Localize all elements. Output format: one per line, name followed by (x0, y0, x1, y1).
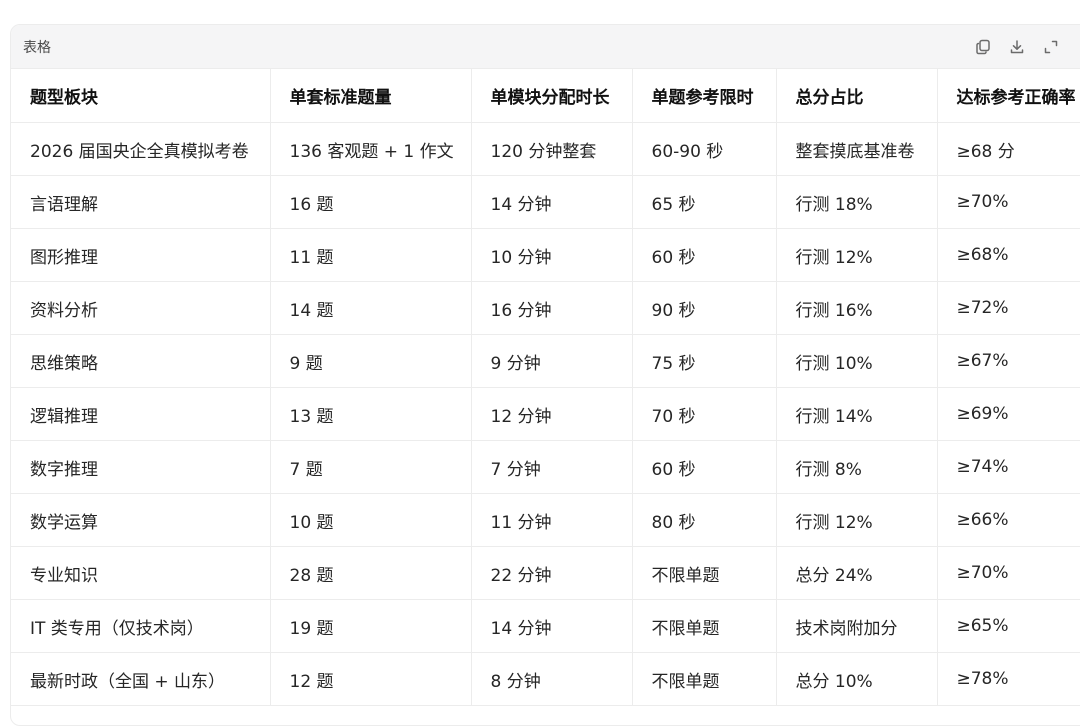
table-cell: 14 分钟 (471, 175, 633, 229)
table-cell: 最新时政（全国 + 山东） (11, 652, 271, 706)
table-cell: 136 客观题 + 1 作文 (270, 122, 472, 176)
download-button[interactable] (1007, 37, 1027, 57)
table-row: 2026 届国央企全真模拟考卷 136 客观题 + 1 作文 120 分钟整套 … (11, 122, 1080, 176)
table-cell: ≥68 分 (937, 122, 1080, 176)
table-cell: 9 题 (270, 334, 472, 388)
table-cell: 总分 24% (776, 546, 938, 600)
expand-icon (1044, 40, 1058, 53)
column-header: 单题参考限时 (632, 69, 777, 123)
table-cell: 60 秒 (632, 440, 777, 494)
table-cell: ≥72% (937, 281, 1080, 335)
table-cell: 16 分钟 (471, 281, 633, 335)
table-cell: 不限单题 (632, 599, 777, 653)
table-cell: 7 分钟 (471, 440, 633, 494)
table-cell: 90 秒 (632, 281, 777, 335)
table-cell: 数字推理 (11, 440, 271, 494)
table-cell: 12 题 (270, 652, 472, 706)
table-cell: 13 题 (270, 387, 472, 441)
expand-button[interactable] (1041, 37, 1061, 57)
table-cell: 不限单题 (632, 546, 777, 600)
table-cell: 70 秒 (632, 387, 777, 441)
table-cell: 60 秒 (632, 228, 777, 282)
table-cell: 8 分钟 (471, 652, 633, 706)
table-cell: 19 题 (270, 599, 472, 653)
table-cell: 行测 8% (776, 440, 938, 494)
table-body: 2026 届国央企全真模拟考卷 136 客观题 + 1 作文 120 分钟整套 … (11, 122, 1080, 706)
column-header: 单套标准题量 (270, 69, 472, 123)
table-cell: 60-90 秒 (632, 122, 777, 176)
table-cell: 75 秒 (632, 334, 777, 388)
table-cell: 行测 12% (776, 493, 938, 547)
table-cell: 行测 14% (776, 387, 938, 441)
table-cell: 14 分钟 (471, 599, 633, 653)
table-cell: 10 题 (270, 493, 472, 547)
table-cell: ≥78% (937, 652, 1080, 706)
table-cell: 思维策略 (11, 334, 271, 388)
table-cell: ≥65% (937, 599, 1080, 653)
table-cell: 65 秒 (632, 175, 777, 229)
table-row: 最新时政（全国 + 山东） 12 题 8 分钟 不限单题 总分 10% ≥78% (11, 652, 1080, 706)
table-row: 数字推理 7 题 7 分钟 60 秒 行测 8% ≥74% (11, 440, 1080, 494)
table-row: 数学运算 10 题 11 分钟 80 秒 行测 12% ≥66% (11, 493, 1080, 547)
table-cell: 14 题 (270, 281, 472, 335)
table-panel: 表格 题型板块 单套标准题量 单模块分配时长 单题参考限时 总分占比 达标参考正… (10, 24, 1080, 726)
panel-title: 表格 (23, 39, 51, 56)
table-header: 题型板块 单套标准题量 单模块分配时长 单题参考限时 总分占比 达标参考正确率 (11, 69, 1080, 123)
table-cell: 2026 届国央企全真模拟考卷 (11, 122, 271, 176)
table-row: IT 类专用（仅技术岗） 19 题 14 分钟 不限单题 技术岗附加分 ≥65% (11, 599, 1080, 653)
table-cell: 资料分析 (11, 281, 271, 335)
table-cell: ≥70% (937, 175, 1080, 229)
table-cell: ≥66% (937, 493, 1080, 547)
table-cell: 图形推理 (11, 228, 271, 282)
table-cell: ≥67% (937, 334, 1080, 388)
download-icon (1010, 39, 1024, 53)
table-cell: 总分 10% (776, 652, 938, 706)
column-header: 单模块分配时长 (471, 69, 633, 123)
table-cell: 120 分钟整套 (471, 122, 633, 176)
table-cell: 专业知识 (11, 546, 271, 600)
panel-actions (973, 25, 1061, 68)
column-header: 总分占比 (776, 69, 938, 123)
column-header: 达标参考正确率 (937, 69, 1080, 123)
table-cell: 16 题 (270, 175, 472, 229)
table-cell: 11 题 (270, 228, 472, 282)
table-cell: IT 类专用（仅技术岗） (11, 599, 271, 653)
table-panel-header: 表格 (11, 25, 1080, 69)
table-row: 言语理解 16 题 14 分钟 65 秒 行测 18% ≥70% (11, 175, 1080, 229)
table-row: 专业知识 28 题 22 分钟 不限单题 总分 24% ≥70% (11, 546, 1080, 600)
table-cell: 行测 12% (776, 228, 938, 282)
table-cell: 技术岗附加分 (776, 599, 938, 653)
table-row: 图形推理 11 题 10 分钟 60 秒 行测 12% ≥68% (11, 228, 1080, 282)
table-cell: 11 分钟 (471, 493, 633, 547)
table-cell: 言语理解 (11, 175, 271, 229)
table-cell: 7 题 (270, 440, 472, 494)
data-table: 题型板块 单套标准题量 单模块分配时长 单题参考限时 总分占比 达标参考正确率 … (11, 69, 1080, 706)
table-cell: 行测 16% (776, 281, 938, 335)
column-header: 题型板块 (11, 69, 271, 123)
copy-icon (976, 39, 990, 54)
table-cell: 10 分钟 (471, 228, 633, 282)
table-cell: ≥74% (937, 440, 1080, 494)
table-cell: 整套摸底基准卷 (776, 122, 938, 176)
table-cell: 数学运算 (11, 493, 271, 547)
table-cell: 不限单题 (632, 652, 777, 706)
table-cell: 逻辑推理 (11, 387, 271, 441)
table-header-row: 题型板块 单套标准题量 单模块分配时长 单题参考限时 总分占比 达标参考正确率 (11, 69, 1080, 123)
table-row: 逻辑推理 13 题 12 分钟 70 秒 行测 14% ≥69% (11, 387, 1080, 441)
table-cell: ≥68% (937, 228, 1080, 282)
table-cell: 行测 10% (776, 334, 938, 388)
table-cell: 22 分钟 (471, 546, 633, 600)
table-cell: ≥70% (937, 546, 1080, 600)
table-row: 思维策略 9 题 9 分钟 75 秒 行测 10% ≥67% (11, 334, 1080, 388)
table-cell: 行测 18% (776, 175, 938, 229)
table-cell: 9 分钟 (471, 334, 633, 388)
table-cell: 12 分钟 (471, 387, 633, 441)
table-cell: 28 题 (270, 546, 472, 600)
copy-button[interactable] (973, 37, 993, 57)
table-cell: ≥69% (937, 387, 1080, 441)
table-cell: 80 秒 (632, 493, 777, 547)
table-row: 资料分析 14 题 16 分钟 90 秒 行测 16% ≥72% (11, 281, 1080, 335)
